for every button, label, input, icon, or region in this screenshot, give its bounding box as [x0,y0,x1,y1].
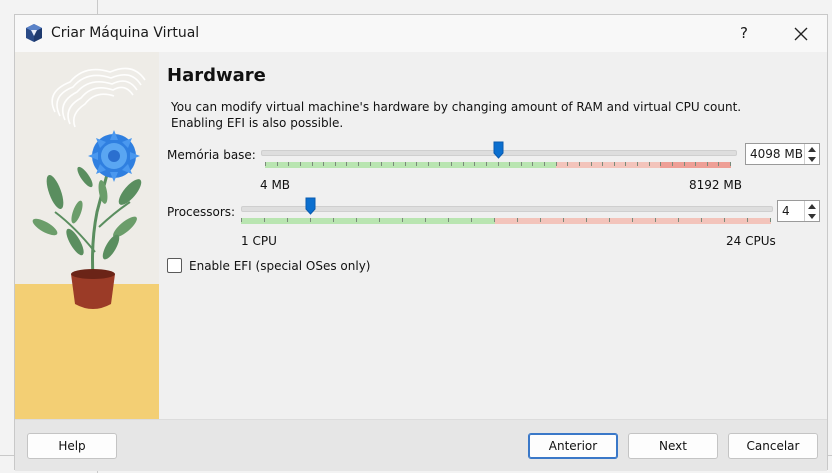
window-title: Criar Máquina Virtual [51,25,200,41]
page-title: Hardware [167,65,266,86]
processors-value[interactable]: 4 [782,204,790,218]
title-bar: Criar Máquina Virtual ? [15,15,827,52]
memory-max-label: 8192 MB [689,178,742,192]
slider-ticks [265,162,731,166]
close-icon[interactable] [790,23,812,45]
chevron-up-icon [808,203,816,209]
back-button[interactable]: Anterior [528,433,618,459]
memory-slider[interactable] [261,141,737,171]
page-description: You can modify virtual machine's hardwar… [171,99,791,131]
processors-slider[interactable] [241,197,773,227]
enable-efi-label[interactable]: Enable EFI (special OSes only) [189,259,370,273]
memory-min-label: 4 MB [260,178,291,192]
description-line: You can modify virtual machine's hardwar… [171,100,742,114]
wizard-side-illustration [15,52,159,419]
description-line: Enabling EFI is also possible. [171,116,344,130]
processors-max-label: 24 CPUs [726,234,776,248]
increment-button[interactable] [805,201,819,211]
chevron-down-icon [808,213,816,219]
increment-button[interactable] [805,144,819,154]
create-vm-dialog: Criar Máquina Virtual ? Hardware You can… [14,14,828,471]
cancel-button[interactable]: Cancelar [728,433,818,459]
memory-label: Memória base: [167,148,256,162]
spin-buttons [804,144,819,164]
enable-efi-checkbox[interactable] [167,258,182,273]
processors-min-label: 1 CPU [241,234,277,248]
processors-spinbox[interactable]: 4 [777,200,820,222]
virtualbox-icon [26,24,42,42]
slider-thumb[interactable] [305,197,316,215]
memory-value[interactable]: 4098 MB [750,147,803,161]
decrement-button[interactable] [805,154,819,164]
slider-track [241,206,773,212]
dialog-footer: Help Anterior Next Cancelar [15,419,827,471]
decrement-button[interactable] [805,211,819,221]
help-button[interactable]: Help [27,433,117,459]
context-help-button[interactable]: ? [732,21,756,45]
next-button[interactable]: Next [628,433,718,459]
chevron-up-icon [808,146,816,152]
slider-ticks [241,218,771,222]
memory-spinbox[interactable]: 4098 MB [745,143,820,165]
chevron-down-icon [808,156,816,162]
slider-thumb[interactable] [493,141,504,159]
spin-buttons [804,201,819,221]
processors-label: Processors: [167,205,236,219]
